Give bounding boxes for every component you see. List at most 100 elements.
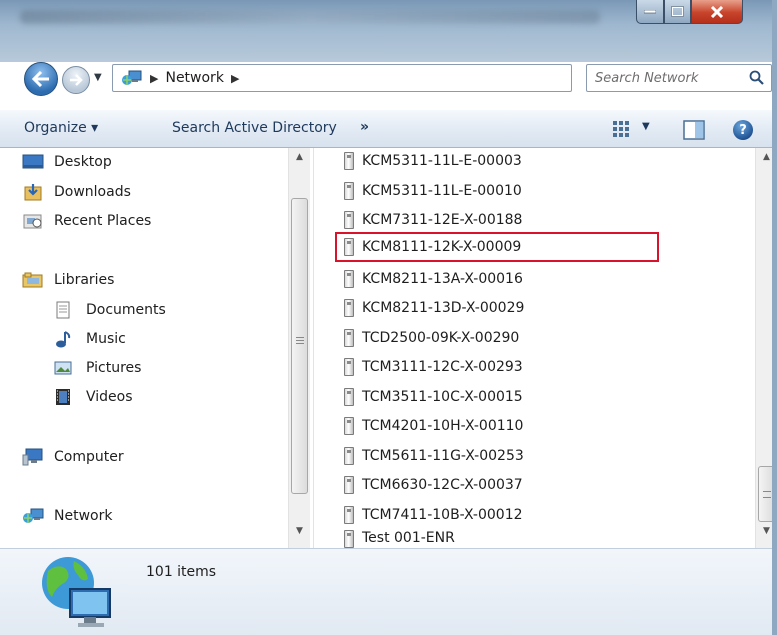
sidebar-item-label: Pictures [86, 360, 142, 376]
navigation-pane-scrollbar[interactable]: ▲ ▼ [288, 148, 310, 548]
help-icon[interactable]: ? [733, 120, 753, 140]
list-item[interactable]: TCM4201-10H-X-00110 [344, 413, 523, 439]
file-name: TCM3511-10C-X-00015 [362, 389, 523, 405]
computer-tower-icon [344, 152, 354, 170]
file-name: TCM7411-10B-X-00012 [362, 507, 523, 523]
scroll-down-arrow-icon[interactable]: ▼ [296, 526, 303, 536]
minimize-icon [644, 9, 656, 13]
view-options-dropdown[interactable]: ▼ [642, 121, 650, 132]
scroll-up-arrow-icon[interactable]: ▲ [763, 152, 770, 162]
recent-places-icon [22, 212, 44, 230]
sidebar-item-label: Desktop [54, 154, 112, 170]
sidebar-item-label: Recent Places [54, 213, 152, 229]
sidebar-item-label: Libraries [54, 272, 115, 288]
sidebar-item-documents[interactable]: Documents [52, 298, 166, 322]
list-item[interactable]: TCM3511-10C-X-00015 [344, 384, 523, 410]
search-active-directory-button[interactable]: Search Active Directory [172, 120, 337, 136]
forward-button[interactable] [62, 66, 90, 94]
file-name: KCM5311-11L-E-00003 [362, 153, 522, 169]
window-border [772, 0, 777, 635]
close-button[interactable] [691, 0, 743, 24]
videos-icon [52, 388, 74, 406]
command-bar: Organize ▾ Search Active Directory » ▼ ? [0, 110, 777, 148]
grip-icon [296, 337, 304, 344]
file-name: TCM6630-12C-X-00037 [362, 477, 523, 493]
sidebar-item-desktop[interactable]: Desktop [22, 150, 112, 174]
close-icon [710, 5, 724, 18]
sidebar-item-label: Network [54, 508, 113, 524]
search-box[interactable] [586, 64, 772, 92]
address-bar[interactable]: ▶ Network ▶ ▼ [112, 64, 681, 92]
more-commands-button[interactable]: » [360, 119, 369, 135]
file-name: Test 001-ENR [362, 530, 455, 546]
list-item[interactable]: KCM7311-12E-X-00188 [344, 207, 522, 233]
organize-button[interactable]: Organize ▾ [24, 120, 98, 136]
preview-pane-icon[interactable] [683, 120, 705, 140]
list-item[interactable]: KCM8211-13D-X-00029 [344, 295, 524, 321]
sidebar-item-network[interactable]: Network [22, 504, 112, 528]
search-input[interactable] [595, 70, 745, 86]
maximize-icon [671, 6, 684, 17]
file-name: TCM5611-11G-X-00253 [362, 448, 524, 464]
scroll-up-arrow-icon[interactable]: ▲ [296, 152, 303, 162]
sidebar-item-libraries[interactable]: Libraries [22, 268, 114, 292]
breadcrumb-separator[interactable]: ▶ [231, 72, 239, 85]
forward-arrow-icon [70, 74, 83, 86]
sidebar-item-pictures[interactable]: Pictures [52, 356, 141, 380]
list-item[interactable]: TCM7411-10B-X-00012 [344, 502, 523, 528]
view-options-icon[interactable] [612, 120, 632, 140]
sidebar-item-computer[interactable]: Computer [22, 445, 124, 469]
computer-tower-icon [344, 299, 354, 317]
maximize-button[interactable] [664, 0, 691, 24]
sidebar-item-music[interactable]: Music [52, 327, 126, 351]
computer-tower-icon [344, 506, 354, 524]
list-item[interactable]: Test 001-ENR [344, 530, 455, 548]
sidebar-item-recent-places[interactable]: Recent Places [22, 209, 151, 233]
file-name: KCM8211-13A-X-00016 [362, 271, 523, 287]
file-name: KCM8211-13D-X-00029 [362, 300, 525, 316]
computer-tower-icon [344, 476, 354, 494]
sidebar-item-label: Documents [86, 302, 166, 318]
breadcrumb-network[interactable]: Network [165, 70, 223, 86]
computer-tower-icon [344, 388, 354, 406]
file-name: TCD2500-09K-X-00290 [362, 330, 520, 346]
network-icon [22, 507, 44, 525]
scroll-down-arrow-icon[interactable]: ▼ [763, 526, 770, 536]
list-item[interactable]: KCM5311-11L-E-00003 [344, 148, 522, 174]
sidebar-item-label: Music [86, 331, 126, 347]
computer-tower-icon [344, 211, 354, 229]
file-name: TCM3111-12C-X-00293 [362, 359, 523, 375]
music-icon [52, 330, 74, 348]
computer-tower-icon [344, 182, 354, 200]
list-item[interactable]: TCM6630-12C-X-00037 [344, 472, 523, 498]
back-button[interactable] [24, 62, 58, 96]
list-item[interactable]: TCM3111-12C-X-00293 [344, 354, 523, 380]
title-bar [0, 0, 777, 62]
file-name: KCM7311-12E-X-00188 [362, 212, 523, 228]
network-icon [122, 70, 142, 85]
sidebar-item-downloads[interactable]: Downloads [22, 180, 131, 204]
file-name: KCM5311-11L-E-00010 [362, 183, 522, 199]
sidebar-item-label: Downloads [54, 184, 131, 200]
pane-divider[interactable] [313, 148, 314, 548]
search-icon[interactable] [749, 70, 765, 86]
list-item[interactable]: TCM5611-11G-X-00253 [344, 443, 524, 469]
breadcrumb-separator[interactable]: ▶ [150, 72, 158, 85]
computer-tower-icon [344, 329, 354, 347]
desktop-icon [22, 153, 44, 171]
computer-tower-icon [344, 358, 354, 376]
downloads-icon [22, 183, 44, 201]
minimize-button[interactable] [636, 0, 664, 24]
recent-pages-dropdown[interactable]: ▼ [94, 72, 102, 83]
list-item[interactable]: KCM8211-13A-X-00016 [344, 266, 523, 292]
sidebar-item-label: Computer [54, 449, 124, 465]
sidebar-item-videos[interactable]: Videos [52, 385, 133, 409]
selection-highlight-box [335, 232, 659, 262]
list-item[interactable]: TCD2500-09K-X-00290 [344, 325, 519, 351]
list-item[interactable]: KCM5311-11L-E-00010 [344, 178, 522, 204]
computer-tower-icon [344, 530, 354, 548]
file-name: TCM4201-10H-X-00110 [362, 418, 524, 434]
computer-icon [22, 448, 44, 466]
documents-icon [52, 301, 74, 319]
scrollbar-thumb[interactable] [291, 198, 308, 494]
